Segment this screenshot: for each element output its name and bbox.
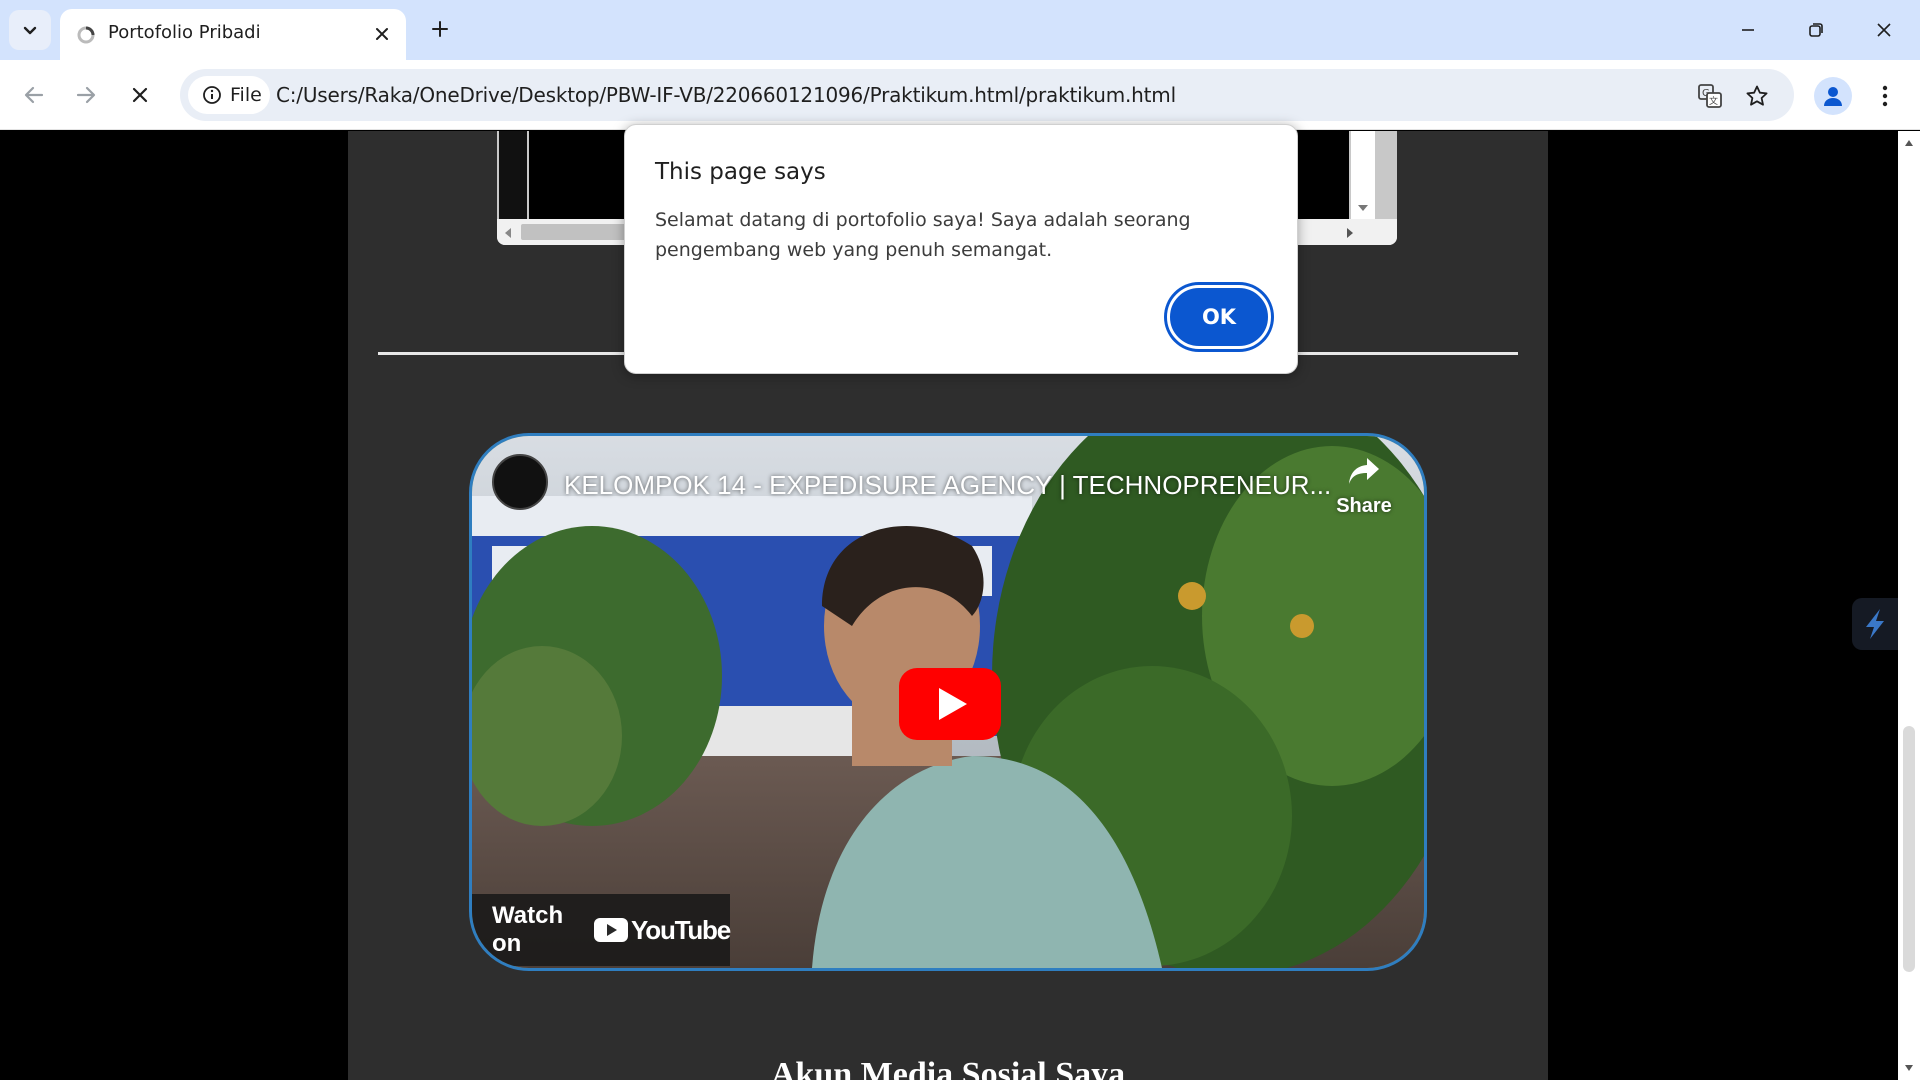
share-label: Share xyxy=(1336,495,1392,517)
share-icon xyxy=(1349,458,1379,484)
embedded-frame-edge xyxy=(499,131,527,219)
dialog-title: This page says xyxy=(655,159,826,185)
youtube-logo: YouTube xyxy=(594,914,731,946)
close-window-button[interactable] xyxy=(1864,12,1904,48)
back-button[interactable] xyxy=(12,73,56,117)
minimize-icon xyxy=(1742,29,1754,31)
youtube-logo-icon xyxy=(594,918,629,942)
forward-button[interactable] xyxy=(64,73,108,117)
restore-icon xyxy=(1809,23,1823,37)
ok-button[interactable]: OK xyxy=(1167,285,1271,349)
bookmark-button[interactable] xyxy=(1742,81,1772,111)
new-tab-button[interactable] xyxy=(424,13,456,45)
arrow-right-icon xyxy=(76,86,96,104)
close-icon xyxy=(132,87,148,103)
channel-avatar[interactable] xyxy=(492,454,548,510)
close-icon xyxy=(376,28,388,40)
loading-favicon-icon xyxy=(77,26,95,44)
video-title[interactable]: KELOMPOK 14 - EXPEDISURE AGENCY | TECHNO… xyxy=(564,470,1331,501)
chevron-down-icon xyxy=(23,26,37,35)
page-scrollbar[interactable] xyxy=(1898,131,1920,1080)
tab-strip: Portofolio Pribadi xyxy=(0,0,1920,60)
tab-search-button[interactable] xyxy=(9,10,51,50)
browser-toolbar: File C:/Users/Raka/OneDrive/Desktop/PBW-… xyxy=(0,60,1920,130)
tab-portofolio[interactable]: Portofolio Pribadi xyxy=(60,9,406,60)
watch-on-youtube-button[interactable]: Watch on YouTube xyxy=(472,894,731,966)
triangle-up-icon xyxy=(1905,140,1913,146)
tab-title: Portofolio Pribadi xyxy=(108,22,261,43)
watch-on-label: Watch on xyxy=(492,902,564,957)
scrollbar-thumb[interactable] xyxy=(1903,726,1915,972)
kebab-icon xyxy=(1882,85,1888,107)
star-icon xyxy=(1746,85,1768,106)
youtube-logo-text: YouTube xyxy=(631,914,731,945)
chevron-down-icon xyxy=(1358,205,1368,211)
svg-text:文: 文 xyxy=(1709,95,1718,107)
scroll-up-button[interactable] xyxy=(1898,135,1920,151)
youtube-embed[interactable]: KELOMPOK 14 - EXPEDISURE AGENCY | TECHNO… xyxy=(469,433,1427,971)
profile-button[interactable] xyxy=(1814,77,1852,115)
alert-dialog: This page says Selamat datang di portofo… xyxy=(624,124,1298,374)
translate-button[interactable]: G文 xyxy=(1695,81,1725,111)
plus-icon xyxy=(432,21,448,37)
dialog-message: Selamat datang di portofolio saya! Saya … xyxy=(655,209,1191,261)
share-button[interactable]: Share xyxy=(1324,456,1404,526)
embedded-frame-vscroll[interactable] xyxy=(1351,131,1375,219)
close-tab-button[interactable] xyxy=(370,22,394,46)
arrow-left-icon xyxy=(24,86,44,104)
chevron-left-icon xyxy=(505,228,511,238)
extension-widget[interactable] xyxy=(1852,598,1898,650)
info-icon xyxy=(203,86,221,104)
triangle-down-icon xyxy=(1905,1065,1913,1071)
play-button-icon[interactable] xyxy=(899,668,1001,740)
site-info-label: File xyxy=(230,84,262,106)
minimize-button[interactable] xyxy=(1728,12,1768,48)
url-text[interactable]: C:/Users/Raka/OneDrive/Desktop/PBW-IF-VB… xyxy=(276,83,1176,107)
browser-menu-button[interactable] xyxy=(1870,77,1900,115)
close-icon xyxy=(1877,23,1891,37)
site-info-chip[interactable]: File xyxy=(188,76,270,114)
lightning-icon xyxy=(1866,609,1884,639)
chevron-right-icon xyxy=(1347,228,1353,238)
scroll-down-button[interactable] xyxy=(1898,1060,1920,1076)
social-media-heading: Akun Media Sosial Saya xyxy=(770,1056,1126,1080)
translate-icon: G文 xyxy=(1698,84,1722,108)
person-icon xyxy=(1824,87,1842,106)
address-bar[interactable]: File C:/Users/Raka/OneDrive/Desktop/PBW-… xyxy=(180,69,1794,121)
stop-loading-button[interactable] xyxy=(118,73,162,117)
restore-button[interactable] xyxy=(1796,12,1836,48)
